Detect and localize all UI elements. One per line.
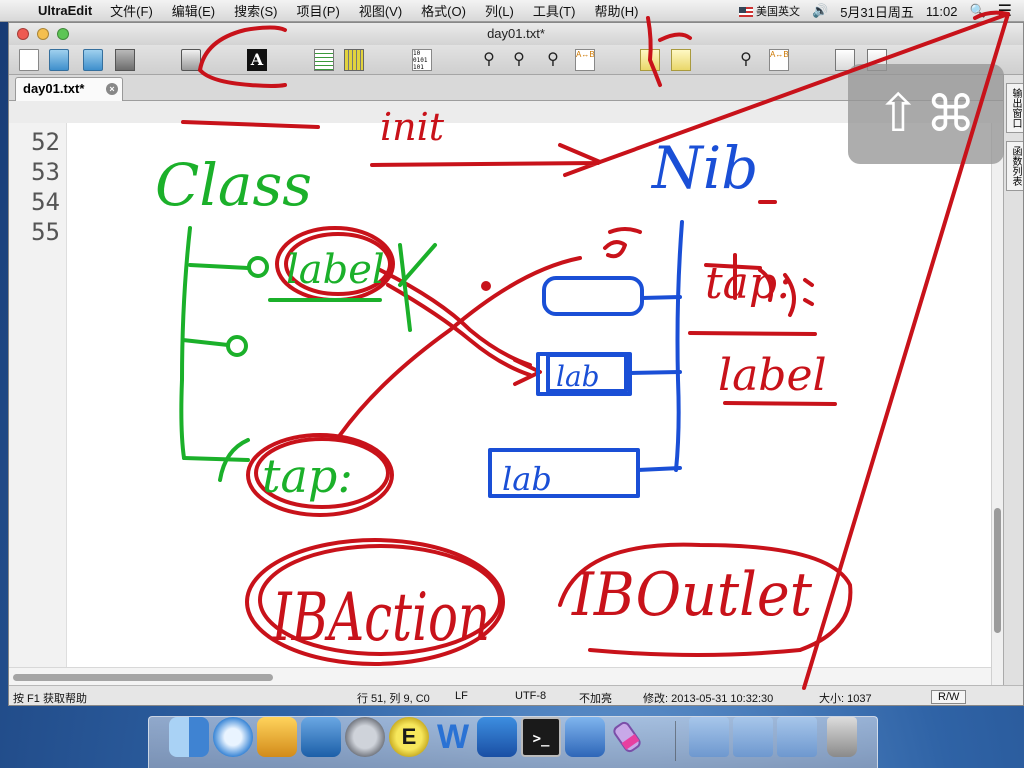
spotlight-search-icon[interactable]: 🔍 [969,3,985,19]
word-icon[interactable]: W [433,717,473,757]
trash-icon[interactable] [827,717,857,757]
terminal-icon[interactable]: >_ [521,717,561,757]
notification-center-icon[interactable]: ☰ [998,1,1012,21]
input-source-label: 美国英文 [756,6,800,18]
volume-icon[interactable]: 🔊 [812,3,828,19]
bookmark-button[interactable] [671,49,691,71]
menu-column[interactable]: 列(L) [485,1,514,20]
find-previous-icon[interactable]: ⚲ [509,49,529,71]
window-title: day01.txt* [487,26,545,41]
launchpad-icon[interactable] [345,717,385,757]
input-source-menu[interactable]: 美国英文 [739,3,800,19]
menu-tools[interactable]: 工具(T) [533,1,576,20]
status-bar: 按 F1 获取帮助 行 51, 列 9, C0 LF UTF-8 不加亮 修改:… [9,685,1023,705]
menu-file[interactable]: 文件(F) [110,1,153,20]
print-button[interactable] [181,49,201,71]
horizontal-scroll-thumb[interactable] [13,674,273,681]
find-next-icon[interactable]: ⚲ [543,49,563,71]
editor-area[interactable]: 52 53 54 55 [9,123,991,685]
open-file-button[interactable] [49,49,69,71]
save-button[interactable] [115,49,135,71]
window-controls [17,28,69,40]
output-window-tab[interactable]: 输出窗口 [1006,83,1023,133]
vertical-scrollbar[interactable] [991,123,1003,685]
status-help-text: 按 F1 获取帮助 [13,693,87,705]
notes-button[interactable] [640,49,660,71]
find-in-files-icon[interactable]: ⚲ [736,49,756,71]
line-number: 55 [31,218,60,246]
ios-simulator-icon[interactable] [565,717,605,757]
menu-project[interactable]: 项目(P) [296,1,339,20]
instruments-icon[interactable] [257,717,297,757]
applications-folder-icon[interactable] [689,717,729,757]
font-button[interactable]: A [247,49,267,71]
downloads-folder-icon[interactable] [777,717,817,757]
ultraedit-icon[interactable]: E [389,717,429,757]
menu-help[interactable]: 帮助(H) [594,1,638,20]
syntax-highlight[interactable]: 不加亮 [579,690,612,705]
eraser-shape [613,721,641,753]
shortcut-hud: ⇧ ⌘ [848,64,1004,164]
modified-time: 修改: 2013-05-31 10:32:30 [643,693,774,705]
clock-date[interactable]: 5月31日周五 [840,2,914,21]
file-size: 大小: 1037 [819,693,872,705]
line-number: 52 [31,128,60,156]
line-number: 53 [31,158,60,186]
encoding[interactable]: UTF-8 [515,690,546,702]
line-number-gutter: 52 53 54 55 [9,123,67,685]
us-flag-icon [739,7,753,18]
menu-view[interactable]: 视图(V) [359,1,402,20]
replace-in-files-icon[interactable]: A↔B [769,49,789,71]
tab-day01[interactable]: day01.txt* × [15,77,123,101]
menu-format[interactable]: 格式(O) [421,1,466,20]
dock: E W >_ [148,716,878,768]
close-window-button[interactable] [17,28,29,40]
minimize-window-button[interactable] [37,28,49,40]
window-titlebar[interactable]: day01.txt* [9,23,1023,45]
clock-time[interactable]: 11:02 [926,4,958,19]
line-numbers-button[interactable] [314,49,334,71]
open-recent-button[interactable] [83,49,103,71]
menu-bar: UltraEdit 文件(F) 编辑(E) 搜索(S) 项目(P) 视图(V) … [0,0,1024,22]
shift-key-icon: ⇧ [876,85,920,143]
menu-search[interactable]: 搜索(S) [234,1,277,20]
safari-icon[interactable] [213,717,253,757]
close-tab-icon[interactable]: × [106,83,118,95]
function-list-tab[interactable]: 函数列表 [1006,141,1023,191]
dictionary-icon[interactable] [301,717,341,757]
documents-folder-icon[interactable] [733,717,773,757]
replace-icon[interactable]: A↔B [575,49,595,71]
horizontal-scrollbar[interactable] [9,667,991,685]
menu-edit[interactable]: 编辑(E) [172,1,215,20]
vertical-scroll-thumb[interactable] [994,508,1001,633]
app-menu[interactable]: UltraEdit [38,3,92,18]
finder-icon[interactable] [169,717,209,757]
tab-label: day01.txt* [23,81,85,96]
dock-divider [675,721,676,761]
line-ending[interactable]: LF [455,690,468,702]
xcode-icon[interactable] [477,717,517,757]
cursor-position: 行 51, 列 9, C0 [357,693,430,705]
zoom-window-button[interactable] [57,28,69,40]
line-number: 54 [31,188,60,216]
command-key-icon: ⌘ [925,86,976,142]
new-file-button[interactable] [19,49,39,71]
hex-mode-button[interactable]: 10 0101 101 [412,49,432,71]
eraser-tool-icon[interactable] [609,717,649,757]
side-panel-tabs: 输出窗口 函数列表 [1003,75,1023,685]
read-write-mode[interactable]: R/W [931,690,967,704]
column-mode-button[interactable] [344,49,364,71]
find-icon[interactable]: ⚲ [479,49,499,71]
